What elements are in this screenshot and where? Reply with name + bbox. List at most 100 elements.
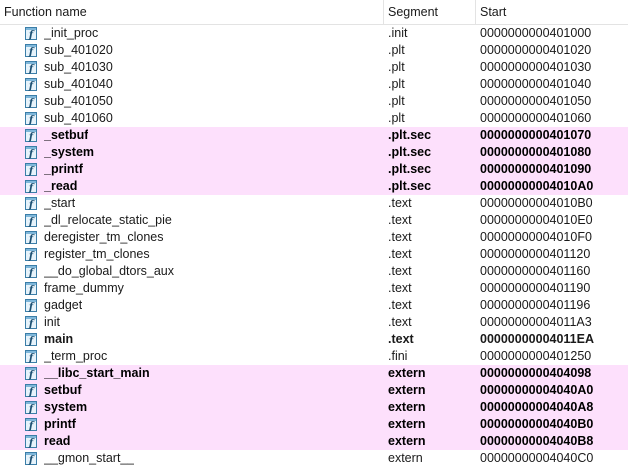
function-name: _system (44, 145, 95, 159)
table-row[interactable]: f sub_401040 .plt 0000000000401040 (0, 76, 628, 93)
table-row[interactable]: f sub_401050 .plt 0000000000401050 (0, 93, 628, 110)
function-name: init (44, 315, 60, 329)
function-name-cell: f printf (0, 416, 384, 433)
table-row[interactable]: f register_tm_clones .text 0000000000401120 (0, 246, 628, 263)
table-row[interactable]: f __do_global_dtors_aux .text 0000000000401… (0, 263, 628, 280)
function-name-cell: f __do_global_dtors_aux (0, 263, 384, 280)
table-row[interactable]: f frame_dummy .text 0000000000401190 (0, 280, 628, 297)
table-row[interactable]: f deregister_tm_clones .text 00000000004010… (0, 229, 628, 246)
function-name-cell: f setbuf (0, 382, 384, 399)
column-header-start-label: Start (480, 5, 507, 19)
segment-cell: .plt (388, 60, 405, 74)
column-header-start[interactable]: Start (476, 0, 628, 24)
table-row[interactable]: f setbuf extern 00000000004040A0 (0, 382, 628, 399)
function-icon: f (25, 418, 37, 431)
segment-cell: .text (388, 247, 412, 261)
table-row[interactable]: f _read .plt.sec 00000000004010A0 (0, 178, 628, 195)
table-row[interactable]: f _term_proc .fini 0000000000401250 (0, 348, 628, 365)
function-icon: f (25, 180, 37, 193)
segment-cell: .plt.sec (388, 179, 432, 193)
function-icon: f (25, 44, 37, 57)
function-name: __gmon_start__ (44, 451, 135, 465)
function-icon: f (25, 265, 37, 278)
function-name: main (44, 332, 74, 346)
function-name: frame_dummy (44, 281, 124, 295)
column-header-function-name[interactable]: Function name (0, 0, 384, 24)
segment-cell: .text (388, 196, 412, 210)
function-name-cell: f sub_401060 (0, 110, 384, 127)
table-row[interactable]: f read extern 00000000004040B8 (0, 433, 628, 450)
table-row[interactable]: f sub_401060 .plt 0000000000401060 (0, 110, 628, 127)
function-name-cell: f init (0, 314, 384, 331)
function-name: _printf (44, 162, 83, 176)
function-icon: f (25, 401, 37, 414)
start-address-cell: 0000000000401196 (480, 298, 591, 312)
start-address-cell: 00000000004040A0 (480, 383, 594, 397)
function-name: _read (44, 179, 78, 193)
table-row[interactable]: f system extern 00000000004040A8 (0, 399, 628, 416)
table-row[interactable]: f _setbuf .plt.sec 0000000000401070 (0, 127, 628, 144)
column-header-segment-label: Segment (388, 5, 439, 19)
column-header-segment[interactable]: Segment (384, 0, 476, 24)
start-address-cell: 0000000000401070 (480, 128, 592, 142)
table-row[interactable]: f init .text 00000000004011A3 (0, 314, 628, 331)
function-name: setbuf (44, 383, 82, 397)
segment-cell: extern (388, 400, 426, 414)
segment-cell: extern (388, 451, 423, 465)
function-icon: f (25, 146, 37, 159)
segment-cell: extern (388, 417, 426, 431)
function-name-cell: f __libc_start_main (0, 365, 384, 382)
function-name-cell: f _term_proc (0, 348, 384, 365)
function-icon: f (25, 316, 37, 329)
function-icon: f (25, 350, 37, 363)
start-address-cell: 0000000000401120 (480, 247, 591, 261)
function-name: __do_global_dtors_aux (44, 264, 174, 278)
table-row[interactable]: f _printf .plt.sec 0000000000401090 (0, 161, 628, 178)
table-header: Function name Segment Start (0, 0, 628, 25)
function-name-cell: f main (0, 331, 384, 348)
function-name-cell: f gadget (0, 297, 384, 314)
function-name: _term_proc (44, 349, 108, 363)
table-row[interactable]: f sub_401030 .plt 0000000000401030 (0, 59, 628, 76)
table-row[interactable]: f __gmon_start__ extern 00000000004040C0 (0, 450, 628, 467)
function-name-cell: f sub_401020 (0, 42, 384, 59)
start-address-cell: 00000000004040B8 (480, 434, 594, 448)
table-row[interactable]: f gadget .text 0000000000401196 (0, 297, 628, 314)
function-name: sub_401020 (44, 43, 113, 57)
start-address-cell: 00000000004011A3 (480, 315, 592, 329)
start-address-cell: 0000000000401050 (480, 94, 592, 108)
function-list: f _init_proc .init 0000000000401000 f sub_401… (0, 25, 628, 467)
table-row[interactable]: f __libc_start_main extern 0000000000404098 (0, 365, 628, 382)
start-address-cell: 0000000000401190 (480, 281, 591, 295)
start-address-cell: 0000000000401040 (480, 77, 592, 91)
table-row[interactable]: f _dl_relocate_static_pie .text 00000000004… (0, 212, 628, 229)
segment-cell: .text (388, 213, 412, 227)
function-name-cell: f sub_401040 (0, 76, 384, 93)
functions-table: Function name Segment Start f _init_proc.… (0, 0, 628, 474)
function-name: __libc_start_main (44, 366, 150, 380)
segment-cell: .init (388, 26, 408, 40)
segment-cell: .plt (388, 43, 405, 57)
function-icon: f (25, 129, 37, 142)
table-row[interactable]: f printf extern 00000000004040B0 (0, 416, 628, 433)
function-name: _setbuf (44, 128, 89, 142)
start-address-cell: 00000000004040B0 (480, 417, 594, 431)
function-name-cell: f deregister_tm_clones (0, 229, 384, 246)
segment-cell: .plt (388, 77, 405, 91)
table-row[interactable]: f main .text 00000000004011EA (0, 331, 628, 348)
table-row[interactable]: f _start .text 00000000004010B0 (0, 195, 628, 212)
table-row[interactable]: f _system .plt.sec 0000000000401080 (0, 144, 628, 161)
table-row[interactable]: f _init_proc .init 0000000000401000 (0, 25, 628, 42)
segment-cell: .text (388, 332, 414, 346)
function-icon: f (25, 452, 37, 465)
function-name-cell: f __gmon_start__ (0, 450, 384, 467)
start-address-cell: 0000000000401250 (480, 349, 592, 363)
function-icon: f (25, 435, 37, 448)
function-icon: f (25, 78, 37, 91)
start-address-cell: 0000000000401000 (480, 26, 592, 40)
table-row[interactable]: f sub_401020 .plt 0000000000401020 (0, 42, 628, 59)
function-icon: f (25, 61, 37, 74)
function-name: _init_proc (44, 26, 99, 40)
function-name-cell: f _read (0, 178, 384, 195)
function-name: deregister_tm_clones (44, 230, 164, 244)
